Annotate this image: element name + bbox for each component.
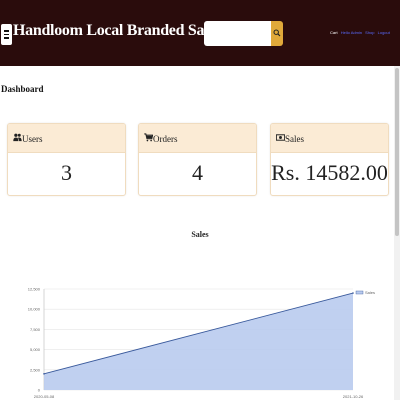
scrollbar-thumb[interactable] bbox=[395, 68, 399, 236]
nav-link-logout[interactable]: Logout bbox=[378, 30, 390, 35]
card-value: 4 bbox=[192, 160, 203, 185]
sales-card: Sales Rs. 14582.00 bbox=[270, 123, 389, 196]
card-header: Users bbox=[8, 124, 125, 153]
users-card: Users 3 bbox=[7, 123, 126, 196]
y-tick-label: 0 bbox=[38, 388, 41, 393]
sales-chart: 0 2,500 5,000 7,500 10,000 12,500 2020-05-08 20… bbox=[28, 287, 375, 400]
card-header: Orders bbox=[139, 124, 256, 153]
y-tick-label: 10,000 bbox=[28, 307, 41, 312]
sales-point bbox=[352, 292, 354, 294]
card-value: 3 bbox=[61, 160, 72, 185]
hamburger-icon-bar bbox=[4, 33, 9, 35]
site-brand[interactable]: Handloom Local Branded Saree bbox=[13, 22, 225, 40]
y-tick-label: 7,500 bbox=[30, 327, 41, 332]
hamburger-icon-bar bbox=[4, 37, 9, 39]
hamburger-icon bbox=[4, 30, 9, 32]
nav-link-shop[interactable]: Shop bbox=[365, 30, 374, 35]
search-icon bbox=[273, 29, 281, 37]
y-tick-label: 2,500 bbox=[30, 367, 41, 372]
money-icon bbox=[276, 134, 285, 141]
x-tick-label: 2020-05-08 bbox=[34, 394, 55, 399]
search-input[interactable] bbox=[204, 21, 271, 46]
sales-area bbox=[44, 293, 353, 390]
page-title: Dashboard bbox=[1, 84, 44, 94]
nav-links: Cart Hello Admin Shop Logout bbox=[330, 30, 390, 35]
card-label: Users bbox=[22, 134, 43, 144]
card-header: Sales bbox=[271, 124, 388, 153]
y-tick-label: 5,000 bbox=[30, 347, 41, 352]
card-value: Rs. 14582.00 bbox=[271, 160, 388, 185]
sales-point bbox=[43, 373, 45, 375]
card-label: Orders bbox=[153, 134, 178, 144]
legend-label: Sales bbox=[365, 290, 375, 295]
card-label: Sales bbox=[285, 134, 304, 144]
nav-link-account[interactable]: Hello Admin bbox=[341, 30, 362, 35]
page-scrollbar[interactable] bbox=[394, 66, 400, 400]
chart-title: Sales bbox=[191, 230, 209, 239]
cart-icon bbox=[144, 133, 153, 142]
y-tick-label: 12,500 bbox=[28, 287, 41, 292]
x-tick-label: 2021-10-26 bbox=[343, 394, 364, 399]
legend-swatch bbox=[355, 290, 364, 295]
orders-card: Orders 4 bbox=[138, 123, 257, 196]
cart-link[interactable]: Cart bbox=[330, 30, 338, 35]
menu-toggle-button[interactable] bbox=[1, 24, 12, 45]
users-icon bbox=[13, 133, 22, 142]
top-navbar: Handloom Local Branded Saree Cart Hello … bbox=[0, 0, 400, 66]
search-button[interactable] bbox=[271, 21, 283, 46]
